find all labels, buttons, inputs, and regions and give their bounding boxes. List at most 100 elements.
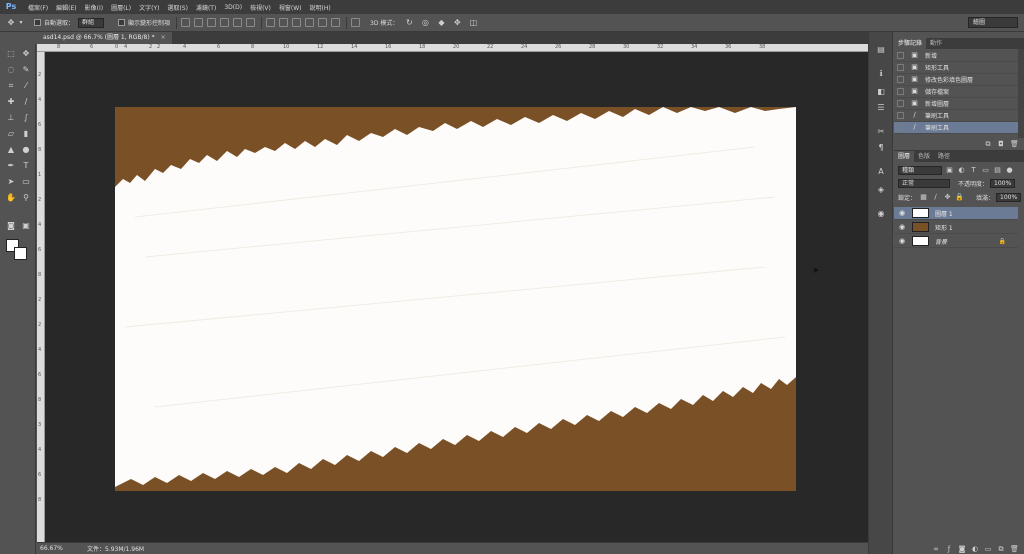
character-panel-icon[interactable]: A [875,166,887,178]
ruler-top[interactable]: 8 6 4 2 0 2 4 6 8 10 12 14 16 18 20 22 2… [37,44,868,52]
background-color-swatch[interactable] [14,247,27,260]
filter-shape-icon[interactable]: ▭ [981,166,990,175]
layer-row[interactable]: ◉ 背景 🔒 [894,235,1018,248]
eyedropper-tool-icon[interactable]: ⁄ [19,80,33,92]
type-tool-icon[interactable]: T [19,160,33,172]
tab-paths[interactable]: 路徑 [934,151,954,162]
distribute-top-icon[interactable] [266,18,276,27]
layer-row-selected[interactable]: ◉ 圖層 1 [894,207,1018,220]
align-bottom-icon[interactable] [207,18,217,27]
history-item[interactable]: ∕ 筆刷工具 [894,110,1018,122]
history-source-checkbox[interactable] [897,52,904,59]
trash-icon[interactable]: 🗑 [1010,545,1019,553]
filter-type-icon[interactable]: T [969,166,978,175]
document-tab[interactable]: asd14.psd @ 66.7% (圖層 1, RGB/8) * × [37,32,172,44]
auto-select-checkbox[interactable] [34,19,41,26]
history-item[interactable]: ▣ 新增 [894,50,1018,62]
quick-select-tool-icon[interactable]: ✎ [19,64,33,76]
tab-history[interactable]: 步驟記錄 [894,38,927,49]
filter-smart-icon[interactable]: ▤ [993,166,1002,175]
link-icon[interactable]: ∞ [932,545,940,553]
marquee-tool-icon[interactable]: ⬚ [4,48,18,60]
folder-icon[interactable]: ▭ [984,545,992,553]
path-select-tool-icon[interactable]: ➤ [4,176,18,188]
filter-pixel-icon[interactable]: ▣ [945,166,954,175]
history-scrollbar[interactable] [1018,49,1024,138]
3d-scale-icon[interactable]: ◫ [468,18,478,28]
menu-image[interactable]: 影像(I) [85,3,103,12]
hand-tool-icon[interactable]: ✋ [4,192,18,204]
align-right-icon[interactable] [246,18,256,27]
distribute-left-icon[interactable] [305,18,315,27]
adjustment-icon[interactable]: ◐ [971,545,979,553]
fill-input[interactable]: 100% [996,193,1022,202]
history-item[interactable]: ▣ 儲存檔案 [894,86,1018,98]
3d-slide-icon[interactable]: ✥ [452,18,462,28]
document-info[interactable]: 文件：5.93M/1.96M [87,544,144,553]
auto-select-dropdown[interactable]: 群組 [78,17,105,28]
document-canvas[interactable] [115,107,796,491]
history-brush-tool-icon[interactable]: ∫ [19,112,33,124]
gradient-tool-icon[interactable]: ▮ [19,128,33,140]
eye-icon[interactable]: ◉ [898,237,906,245]
distribute-bottom-icon[interactable] [292,18,302,27]
opacity-input[interactable]: 100% [990,179,1016,188]
workspace-dropdown[interactable]: 繪圖 [968,17,1018,28]
tab-layers[interactable]: 圖層 [894,151,915,162]
eye-icon[interactable]: ◉ [898,223,906,231]
tab-channels[interactable]: 色版 [914,151,934,162]
menu-select[interactable]: 選取(S) [167,3,188,12]
history-item[interactable]: ▣ 矩形工具 [894,62,1018,74]
zoom-field[interactable]: 66.67% [37,545,63,552]
menu-type[interactable]: 文字(Y) [139,3,159,12]
eraser-tool-icon[interactable]: ▱ [4,128,18,140]
menu-window[interactable]: 視窗(W) [279,3,302,12]
healing-tool-icon[interactable]: ✚ [4,96,18,108]
info-panel-icon[interactable]: ℹ [875,68,887,80]
mask-icon[interactable]: ◙ [958,545,966,553]
trash-icon[interactable]: 🗑 [1010,140,1019,148]
quick-mask-icon[interactable]: ◙ [4,220,18,232]
tools-preset-icon[interactable]: ✂ [875,126,887,138]
styles-panel-icon[interactable]: ◉ [875,208,887,220]
new-layer-icon[interactable]: ⧉ [997,545,1005,553]
lock-position-icon[interactable]: ✥ [943,193,952,202]
align-top-icon[interactable] [181,18,191,27]
lock-all-icon[interactable]: 🔒 [955,193,964,202]
history-panel-icon[interactable]: ▤ [875,44,887,56]
pen-tool-icon[interactable]: ✒ [4,160,18,172]
crop-tool-icon[interactable]: ⌗ [4,80,18,92]
blur-tool-icon[interactable]: ▲ [4,144,18,156]
adjustments-panel-icon[interactable]: ☰ [875,102,887,114]
menu-3d[interactable]: 3D(D) [224,4,242,11]
menu-layer[interactable]: 圖層(L) [111,3,131,12]
history-source-checkbox[interactable] [897,64,904,71]
menu-edit[interactable]: 編輯(E) [56,3,76,12]
distribute-vcenter-icon[interactable] [279,18,289,27]
shape-tool-icon[interactable]: ▭ [19,176,33,188]
history-source-checkbox[interactable] [897,88,904,95]
align-left-icon[interactable] [220,18,230,27]
filter-adjustment-icon[interactable]: ◐ [957,166,966,175]
color-panel-icon[interactable]: ◧ [875,86,887,98]
auto-align-icon[interactable] [351,18,361,27]
fx-icon[interactable]: ƒ [945,545,953,553]
3d-roll-icon[interactable]: ◎ [420,18,430,28]
menu-file[interactable]: 檔案(F) [28,3,48,12]
lasso-tool-icon[interactable]: ◌ [4,64,18,76]
eye-icon[interactable]: ◉ [898,209,906,217]
chevron-down-icon[interactable]: ▾ [16,18,26,28]
blend-mode-dropdown[interactable]: 正常 [898,179,950,188]
new-document-from-state-icon[interactable]: ⧉ [984,140,992,148]
history-source-checkbox[interactable] [897,112,904,119]
zoom-tool-icon[interactable]: ⚲ [19,192,33,204]
history-source-checkbox[interactable] [897,76,904,83]
lock-transparency-icon[interactable]: ▦ [919,193,928,202]
3d-drag-icon[interactable]: ◆ [436,18,446,28]
stamp-tool-icon[interactable]: ⊥ [4,112,18,124]
history-source-checkbox[interactable] [897,100,904,107]
move-tool-icon[interactable]: ✥ [19,48,33,60]
ruler-left[interactable]: 2 4 6 8 1 2 4 6 8 2 2 4 6 8 3 4 6 8 [37,52,45,542]
align-vcenter-icon[interactable] [194,18,204,27]
paragraph-panel-icon[interactable]: ¶ [875,142,887,154]
